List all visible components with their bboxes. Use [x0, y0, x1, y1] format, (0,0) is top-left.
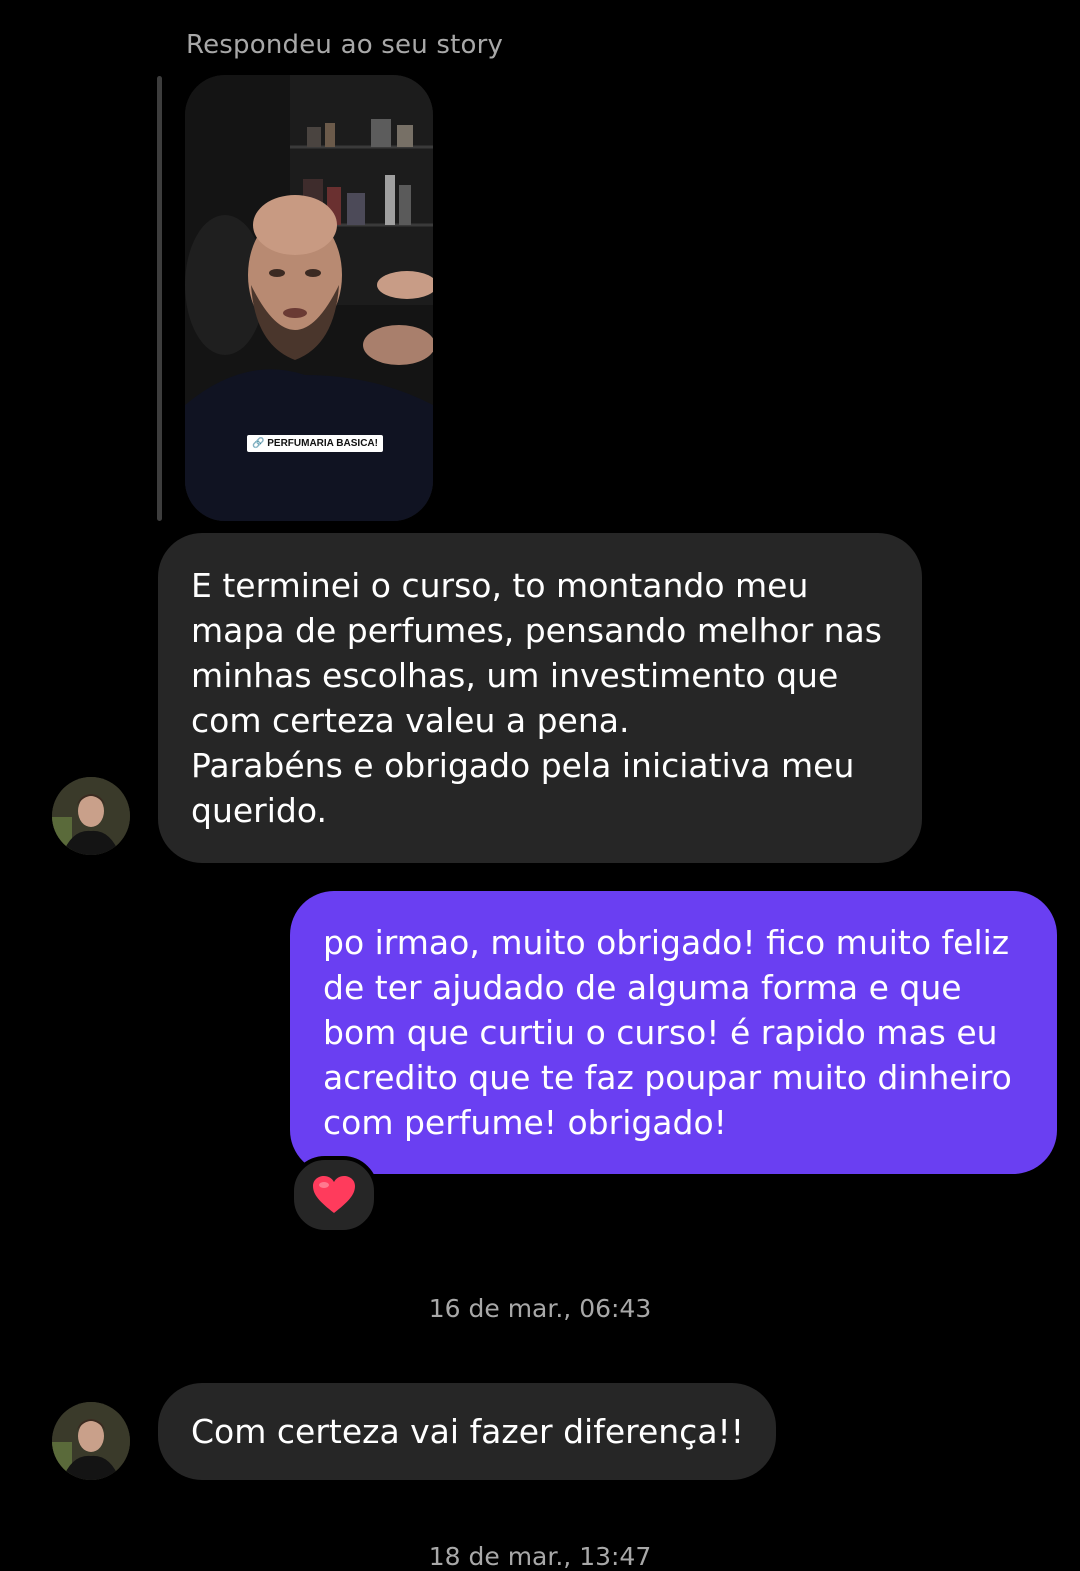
story-thumbnail[interactable]: 🔗 PERFUMARIA BASICA!: [185, 75, 433, 521]
reply-quote-bar: [157, 76, 162, 521]
story-image: [185, 75, 433, 521]
story-link-sticker[interactable]: 🔗 PERFUMARIA BASICA!: [247, 435, 383, 452]
story-reply-caption: Respondeu ao seu story: [186, 30, 504, 60]
timestamp-divider: 16 de mar., 06:43: [428, 1294, 652, 1323]
incoming-message-bubble[interactable]: E terminei o curso, to montando meu mapa…: [158, 533, 922, 863]
timestamp-divider: 18 de mar., 13:47: [428, 1542, 652, 1571]
sender-avatar[interactable]: [52, 777, 130, 855]
avatar-photo: [52, 1402, 130, 1480]
avatar-photo: [52, 777, 130, 855]
incoming-message-bubble[interactable]: Com certeza vai fazer diferença!!: [158, 1383, 777, 1480]
outgoing-message-bubble[interactable]: po irmao, muito obrigado! fico muito fel…: [290, 891, 1057, 1174]
heart-icon: [313, 1176, 355, 1213]
sender-avatar[interactable]: [52, 1402, 130, 1480]
message-reaction[interactable]: [290, 1156, 378, 1234]
